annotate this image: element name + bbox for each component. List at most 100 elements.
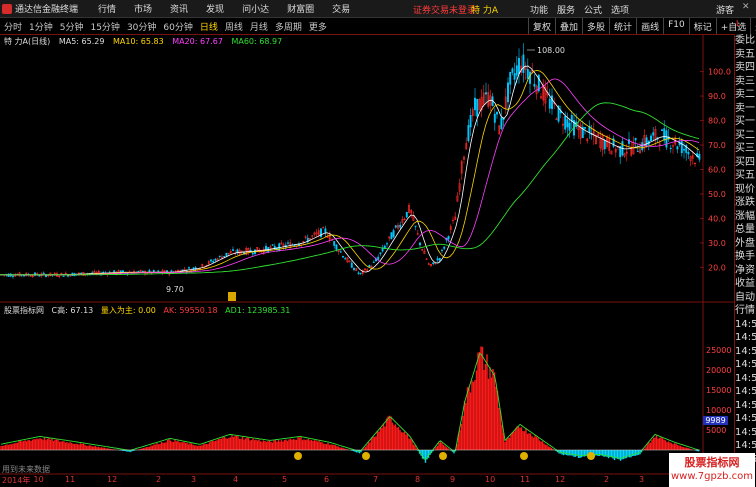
candle-body [676, 146, 679, 150]
quote-side-panel: 委比 卖五 卖四 卖三 卖二 卖一 买一 买二 买三 买四 买五 现价 涨跌 涨幅 总量 外盘 换手 净资 收益 自动… [734, 34, 756, 486]
candle-body [335, 244, 338, 250]
date-tick: 10 [485, 475, 496, 484]
indicator-line [0, 353, 699, 461]
side-panel-label: 总量 [735, 224, 755, 235]
candle-body [526, 69, 529, 79]
candle-body [324, 228, 327, 234]
candle-body [251, 253, 254, 255]
candle-body [218, 255, 221, 257]
side-panel-label: 涨幅 [735, 210, 755, 222]
indicator-tick: 10000 [706, 406, 731, 415]
candle-body [485, 92, 487, 95]
candles [1, 43, 701, 279]
price-tick: 100.0 [708, 68, 731, 77]
candle-body [493, 113, 496, 123]
date-tick: 6 [324, 475, 330, 484]
candle-body [680, 141, 683, 154]
candle-body [500, 117, 503, 130]
price-axis: 100.0 90.0 80.0 70.0 60.0 50.0 40.0 30.0 20.0 [700, 68, 731, 272]
candle-body [232, 249, 234, 251]
toolbar-button[interactable]: 返回 [750, 18, 756, 34]
price-tick: 30.0 [708, 239, 726, 248]
candle-body [496, 111, 498, 115]
candle-body [566, 119, 569, 128]
close-icon[interactable]: ✕ [742, 2, 750, 12]
date-tick: 2014年 [2, 476, 31, 485]
candle-body [38, 275, 41, 277]
candle-body [467, 125, 470, 142]
candle-body [533, 83, 536, 87]
candle-body [188, 267, 190, 269]
candle-body [42, 272, 45, 274]
signal-marker [587, 452, 595, 460]
candle-body [634, 137, 637, 141]
candle-body [518, 57, 520, 75]
candle-body [443, 246, 446, 249]
candle-body [511, 68, 514, 73]
side-panel-label: 卖二 [735, 89, 755, 100]
date-axis: 2014年10111223456789101112234 [0, 474, 734, 486]
indicator-bars [0, 346, 700, 463]
price-chart[interactable]: 100.090.080.070.060.050.040.030.020.0 25… [0, 0, 734, 487]
date-tick: 2 [604, 475, 610, 484]
low-label: 9.70 [166, 285, 184, 294]
candle-body [661, 129, 663, 131]
side-panel-label: 现价 [735, 183, 755, 195]
indicator-tick: 15000 [706, 386, 731, 395]
candle-body [113, 270, 116, 273]
side-panel-label: 卖四 [735, 62, 755, 73]
candle-body [170, 270, 173, 272]
side-panel-header: L [736, 19, 741, 28]
candle-body [636, 150, 639, 152]
price-tick: 60.0 [708, 166, 726, 175]
watermark-title: 股票指标网 [684, 456, 740, 469]
side-panel-label: 卖五 [735, 48, 755, 60]
candle-body [214, 258, 217, 261]
candle-body [469, 115, 472, 128]
candle-body [419, 242, 421, 246]
candle-body [405, 211, 408, 218]
side-panel-label: 买二 [735, 129, 755, 141]
candle-body [350, 262, 353, 268]
candle-body [669, 147, 672, 149]
candle-body [368, 265, 371, 267]
date-tick: 12 [107, 475, 118, 484]
signal-marker [439, 452, 447, 460]
ma5-line [0, 65, 700, 276]
candle-body [394, 225, 397, 228]
candle-body [339, 251, 342, 253]
candle-body [344, 258, 347, 260]
event-marker [228, 292, 236, 301]
side-panel-label: 买五 [735, 170, 755, 181]
ma60-line [0, 102, 700, 276]
side-panel-label: 14:50 [735, 332, 756, 343]
candle-body [548, 98, 551, 109]
candle-body [62, 275, 65, 277]
candle-body [414, 225, 417, 227]
candle-body [399, 224, 402, 228]
candle-body [438, 257, 441, 261]
candle-body [12, 275, 14, 277]
candle-body [509, 71, 512, 85]
date-tick: 11 [65, 475, 76, 484]
candle-body [80, 272, 83, 274]
candle-body [568, 122, 571, 131]
side-panel-label: 外盘 [735, 237, 755, 249]
high-label: 108.00 [537, 46, 565, 55]
candle-body [271, 244, 274, 246]
indicator-tick: 25000 [706, 346, 731, 355]
price-tick: 70.0 [708, 141, 726, 150]
candle-body [152, 270, 155, 273]
candle-body [652, 132, 655, 136]
price-tick: 40.0 [708, 214, 726, 223]
candle-body [447, 236, 450, 240]
candle-body [650, 135, 652, 142]
candle-body [225, 252, 228, 256]
candle-body [683, 149, 685, 151]
price-tick: 90.0 [708, 92, 726, 101]
indicator-tick: 20000 [706, 366, 731, 375]
signal-marker [362, 452, 370, 460]
date-tick: 8 [415, 475, 421, 484]
watermark-url: www.7gpzb.com [671, 471, 753, 482]
side-panel-label: 净资 [735, 264, 755, 276]
